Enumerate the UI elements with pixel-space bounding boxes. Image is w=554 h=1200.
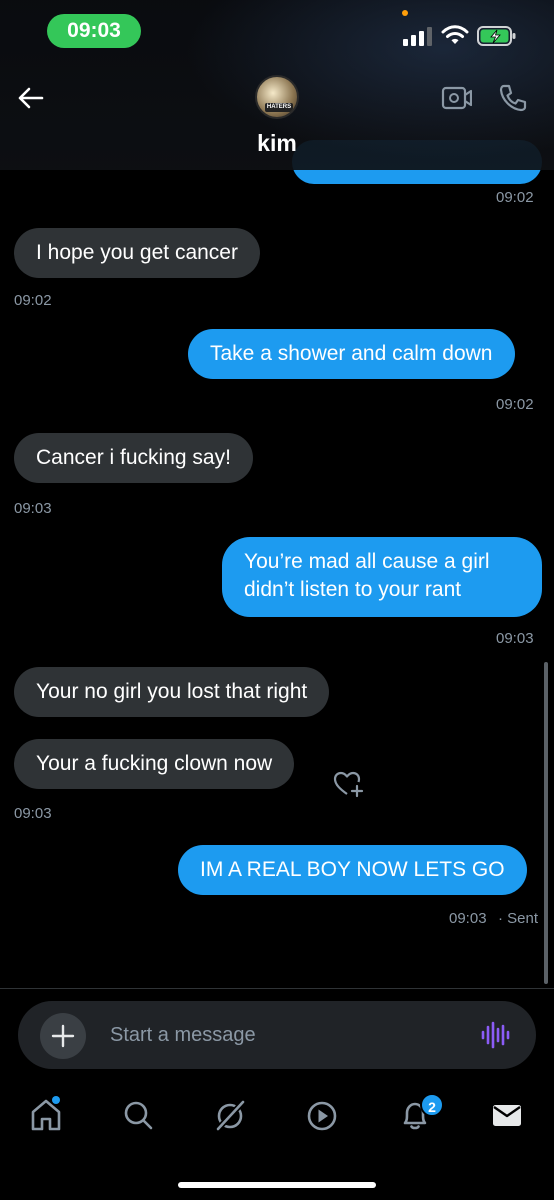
- message-timestamp: 09:03: [14, 500, 52, 517]
- message-text-line: didn’t listen to your rant: [244, 578, 462, 601]
- grok-icon: [215, 1099, 246, 1132]
- tab-video[interactable]: [303, 1096, 341, 1134]
- message-timestamp: 09:03: [449, 910, 487, 927]
- message-bubble-incoming[interactable]: Cancer i fucking say!: [14, 433, 253, 483]
- dm-conversation-screen: 09:02 HATERS kim 09:03 I hope you get ca…: [0, 0, 554, 1200]
- status-bar: 09:03: [0, 0, 554, 62]
- voice-message-button[interactable]: [480, 1021, 510, 1049]
- message-bubble-incoming[interactable]: I hope you get cancer: [14, 228, 260, 278]
- phone-icon: [499, 84, 527, 112]
- message-bubble-incoming[interactable]: Your a fucking clown now: [14, 739, 295, 789]
- message-timestamp: 09:02: [496, 189, 534, 206]
- mail-icon: [493, 1105, 521, 1126]
- waveform-icon: [481, 1021, 510, 1049]
- heart-plus-icon: [333, 771, 364, 798]
- scrollbar[interactable]: [544, 662, 548, 984]
- play-circle-icon: [307, 1101, 337, 1131]
- privacy-indicator-dot: [402, 10, 408, 16]
- arrow-left-icon: [18, 87, 44, 109]
- message-timestamp: 09:03: [496, 630, 534, 647]
- plus-icon: [51, 1024, 75, 1048]
- back-button[interactable]: [12, 80, 48, 116]
- avatar[interactable]: HATERS: [255, 75, 299, 119]
- message-bubble-outgoing[interactable]: Take a shower and calm down: [188, 329, 515, 379]
- message-bubble-incoming[interactable]: Your no girl you lost that right: [14, 667, 330, 717]
- voice-call-button[interactable]: [497, 82, 529, 114]
- message-bubble-outgoing[interactable]: IM A REAL BOY NOW LETS GO: [178, 845, 527, 895]
- home-unread-dot: [52, 1096, 60, 1104]
- message-sent-status: · Sent: [498, 910, 539, 927]
- contact-name[interactable]: kim: [0, 130, 554, 157]
- wifi-icon: [441, 25, 469, 44]
- message-timestamp: 09:03: [14, 805, 52, 822]
- video-call-button[interactable]: [440, 84, 473, 112]
- message-text-line: You’re mad all cause a girl: [244, 550, 490, 573]
- composer-divider: [0, 988, 554, 989]
- message-composer: [18, 1001, 536, 1069]
- message-timestamp: 09:02: [14, 292, 52, 309]
- video-camera-icon: [441, 86, 473, 110]
- message-bubble-outgoing[interactable]: You’re mad all cause a girl didn’t liste…: [222, 537, 542, 617]
- tab-search[interactable]: [119, 1096, 157, 1134]
- signal-icon: [403, 27, 432, 46]
- status-time: 09:03: [47, 14, 141, 48]
- search-icon: [124, 1101, 153, 1130]
- tab-messages[interactable]: [488, 1096, 526, 1134]
- home-indicator[interactable]: [178, 1182, 376, 1188]
- tab-grok[interactable]: [211, 1096, 249, 1134]
- message-timestamp: 09:02: [496, 396, 534, 413]
- avatar-badge-text: HATERS: [265, 103, 293, 112]
- react-button[interactable]: [332, 768, 366, 798]
- battery-charging-icon: [477, 26, 516, 46]
- add-attachment-button[interactable]: [40, 1013, 86, 1059]
- message-input[interactable]: [110, 1013, 450, 1057]
- notifications-count-badge: 2: [420, 1093, 444, 1117]
